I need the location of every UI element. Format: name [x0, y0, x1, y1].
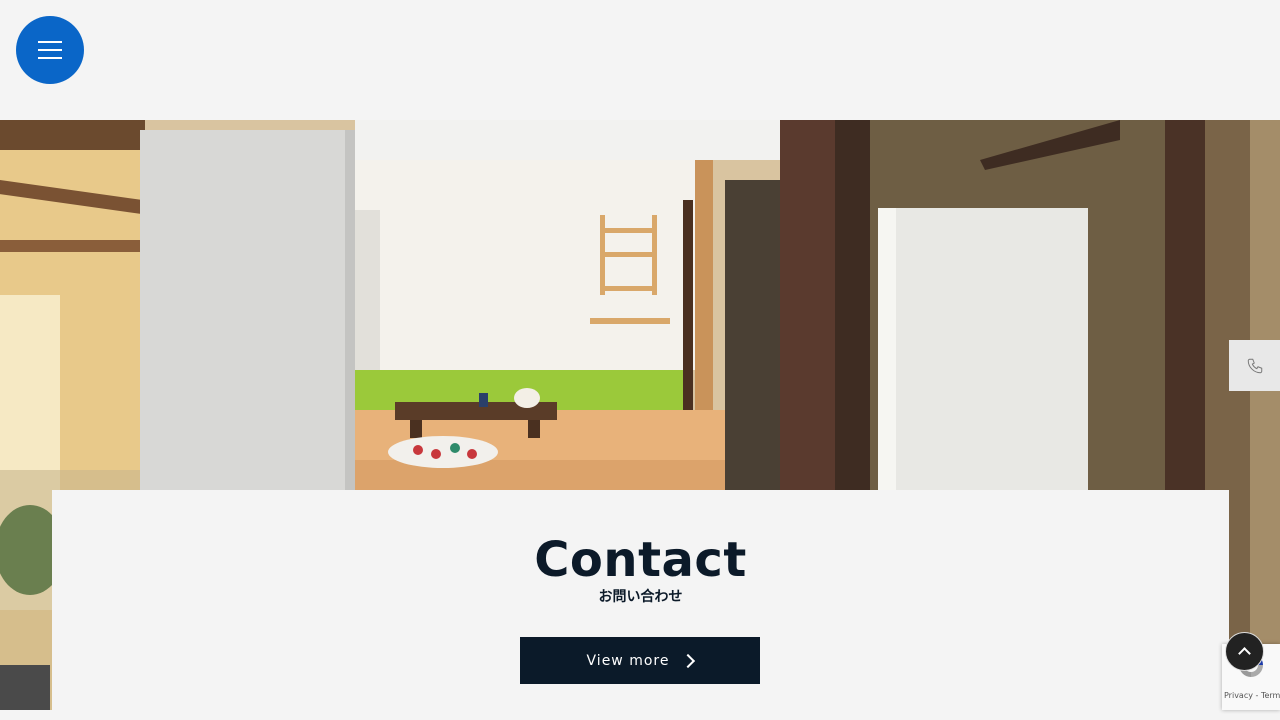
view-more-label: View more [586, 652, 670, 669]
menu-bar-icon [38, 49, 62, 51]
contact-section: Contact お問い合わせ View more [52, 490, 1229, 720]
contact-subheading: お問い合わせ [598, 589, 683, 605]
menu-bar-icon [38, 41, 62, 43]
contact-heading: Contact [534, 532, 747, 588]
phone-icon [1247, 358, 1262, 373]
recaptcha-terms[interactable]: Privacy - Terms [1224, 691, 1280, 700]
site-header [0, 0, 1280, 120]
chevron-right-icon [681, 653, 696, 668]
hamburger-menu-button[interactable] [16, 16, 84, 84]
scroll-to-top-button[interactable] [1225, 632, 1264, 671]
view-more-button[interactable]: View more [520, 637, 760, 684]
menu-bar-icon [38, 57, 62, 59]
chevron-up-icon [1238, 647, 1251, 660]
phone-contact-tab[interactable] [1229, 340, 1280, 391]
